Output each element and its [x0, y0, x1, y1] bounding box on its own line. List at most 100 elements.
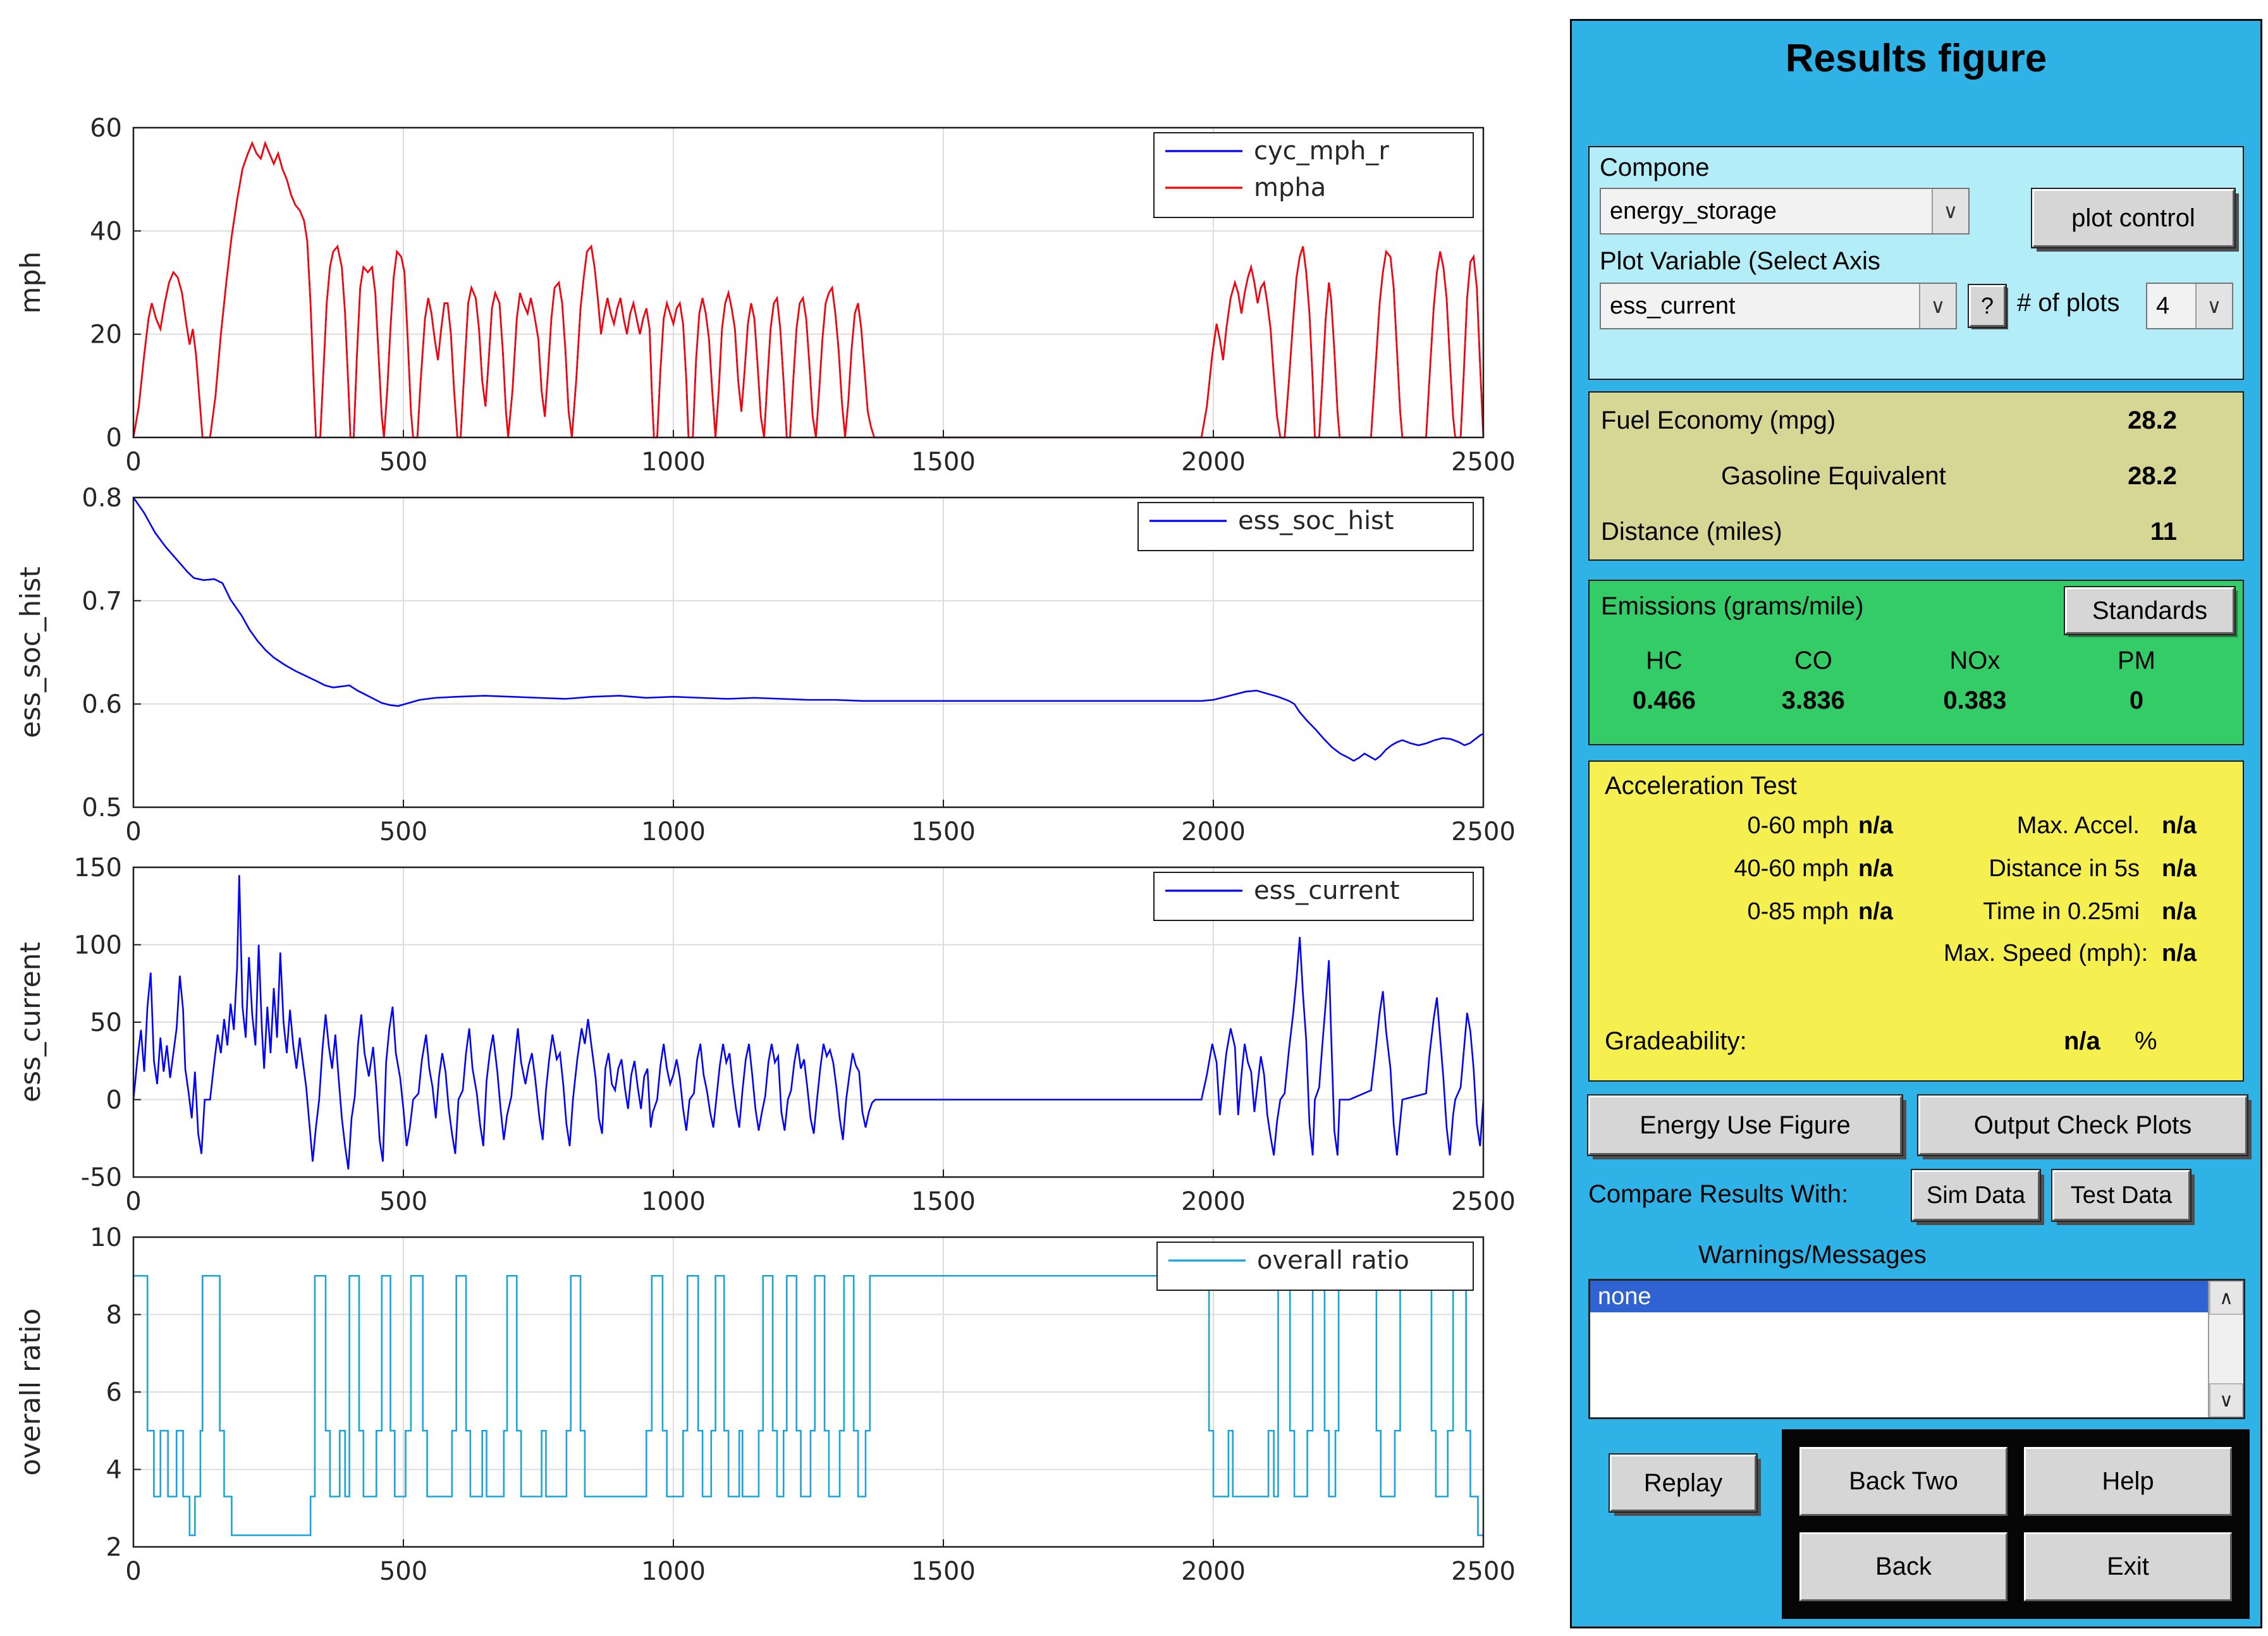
y-axis-label: ess_current [15, 942, 47, 1102]
warnings-list-item[interactable]: none [1590, 1281, 2209, 1312]
emissions-header-hc: HC [1590, 644, 1739, 675]
x-tick-label: 1000 [641, 1557, 706, 1586]
chevron-down-icon[interactable]: ∨ [1919, 284, 1956, 328]
back-two-button[interactable]: Back Two [1799, 1447, 2007, 1516]
chevron-down-icon[interactable]: ∨ [2195, 284, 2232, 328]
y-tick-label: 0 [106, 1086, 122, 1115]
accel-0-85-value: n/a [1858, 898, 1893, 925]
gradeability-label: Gradeability: [1605, 1027, 1747, 1056]
x-tick-label: 500 [379, 1187, 427, 1216]
distance-5s-label: Distance in 5s [1944, 855, 2140, 882]
component-dropdown-value: energy_storage [1610, 198, 1777, 225]
fuel-economy-section: Fuel Economy (mpg) 28.2 Gasoline Equival… [1588, 391, 2244, 561]
standards-button[interactable]: Standards [2065, 587, 2234, 634]
acceleration-section: Acceleration Test 0-60 mph n/a Max. Acce… [1588, 760, 2244, 1082]
gasoline-equivalent-label: Gasoline Equivalent [1721, 462, 1946, 491]
y-tick-label: 0.8 [82, 484, 122, 513]
max-speed-value: n/a [2162, 940, 2197, 967]
energy-use-figure-button[interactable]: Energy Use Figure [1588, 1096, 1902, 1155]
sim-data-button[interactable]: Sim Data [1912, 1170, 2040, 1221]
emissions-title: Emissions (grams/mile) [1601, 592, 1864, 621]
max-accel-label: Max. Accel. [1944, 812, 2140, 839]
distance-row: Distance (miles) 11 [1601, 518, 2231, 553]
warnings-title: Warnings/Messages [1698, 1241, 1927, 1269]
x-tick-label: 2500 [1451, 817, 1516, 846]
listbox-scrollbar[interactable]: ∧ ∨ [2208, 1281, 2243, 1417]
plots-area: 050010001500200025000204060mphcyc_mph_rm… [4, 118, 1521, 1597]
y-tick-label: 2 [106, 1533, 122, 1562]
y-tick-label: 100 [74, 931, 122, 960]
back-button[interactable]: Back [1799, 1532, 2007, 1601]
accel-row-4: Max. Speed (mph): n/a [1590, 940, 2243, 975]
accel-0-60-value: n/a [1858, 812, 1893, 839]
accel-row-3: 0-85 mph n/a Time in 0.25mi n/a [1590, 898, 2243, 934]
distance-label: Distance (miles) [1601, 518, 1782, 546]
help-button[interactable]: Help [2024, 1447, 2232, 1516]
emissions-value-co: 3.836 [1739, 675, 1888, 715]
accel-40-60-label: 40-60 mph [1602, 855, 1849, 882]
x-tick-label: 1500 [911, 817, 976, 846]
legend-label: ess_soc_hist [1238, 506, 1394, 535]
results-panel: Results figure Compone energy_storage ∨ … [1570, 19, 2262, 1628]
emissions-header-pm: PM [2062, 644, 2211, 675]
num-plots-dropdown[interactable]: 4 ∨ [2146, 283, 2233, 329]
fuel-economy-label: Fuel Economy (mpg) [1601, 406, 1836, 435]
legend-label: ess_current [1254, 876, 1400, 905]
x-tick-label: 2500 [1451, 448, 1516, 477]
advisor-results-window: 050010001500200025000204060mphcyc_mph_rm… [0, 0, 2268, 1636]
legend-label: mpha [1254, 173, 1326, 202]
plot-variable-dropdown-value: ess_current [1610, 293, 1736, 320]
chevron-down-icon[interactable]: ∨ [1932, 189, 1968, 233]
component-dropdown[interactable]: energy_storage ∨ [1600, 188, 1970, 235]
scroll-up-icon[interactable]: ∧ [2209, 1281, 2243, 1315]
warnings-listbox[interactable]: none ∧ ∨ [1588, 1279, 2245, 1419]
accel-row-2: 40-60 mph n/a Distance in 5s n/a [1590, 855, 2243, 891]
test-data-button[interactable]: Test Data [2052, 1170, 2190, 1221]
plot-cycle-speed: 050010001500200025000204060mphcyc_mph_rm… [4, 118, 1521, 487]
gradeability-value: n/a [2064, 1027, 2100, 1056]
emissions-header-co: CO [1739, 644, 1888, 675]
exit-button[interactable]: Exit [2024, 1532, 2232, 1601]
y-tick-label: 0.6 [82, 690, 122, 719]
scroll-down-icon[interactable]: ∨ [2209, 1383, 2243, 1417]
plot-ess-current: 05001000150020002500-50050100150ess_curr… [4, 857, 1521, 1227]
plot-overall-ratio: 05001000150020002500246810overall ratioo… [4, 1227, 1521, 1597]
max-accel-value: n/a [2162, 812, 2197, 839]
gasoline-equivalent-row: Gasoline Equivalent 28.2 [1601, 462, 2231, 498]
x-tick-label: 500 [379, 1557, 427, 1586]
gradeability-unit: % [2135, 1027, 2157, 1056]
emissions-value-hc: 0.466 [1590, 675, 1739, 715]
component-label: Compone [1600, 154, 1709, 182]
plot-variable-dropdown[interactable]: ess_current ∨ [1600, 283, 1957, 329]
panel-title: Results figure [1572, 36, 2260, 81]
max-speed-label: Max. Speed (mph): [1944, 940, 2140, 967]
y-tick-label: 10 [90, 1223, 122, 1252]
accel-row-1: 0-60 mph n/a Max. Accel. n/a [1590, 812, 2243, 848]
plot-control-button[interactable]: plot control [2032, 189, 2234, 247]
y-tick-label: 40 [90, 217, 122, 246]
x-tick-label: 1500 [911, 1187, 976, 1216]
x-tick-label: 2000 [1181, 817, 1246, 846]
time-quarter-mile-value: n/a [2162, 898, 2197, 925]
emissions-value-nox: 0.383 [1888, 675, 2062, 715]
y-tick-label: 50 [90, 1008, 122, 1037]
y-tick-label: 0.5 [82, 793, 122, 822]
y-tick-label: 150 [74, 853, 122, 882]
replay-button[interactable]: Replay [1610, 1455, 1756, 1511]
distance-5s-value: n/a [2162, 855, 2197, 882]
gasoline-equivalent-value: 28.2 [2128, 462, 2177, 491]
plot-variable-label: Plot Variable (Select Axis [1600, 247, 1880, 276]
y-axis-label: mph [15, 252, 47, 314]
x-tick-label: 0 [125, 1557, 141, 1586]
y-tick-label: 60 [90, 114, 122, 143]
legend-label: overall ratio [1257, 1246, 1409, 1275]
accel-0-85-label: 0-85 mph [1602, 898, 1849, 925]
x-tick-label: 1500 [911, 1557, 976, 1586]
x-tick-label: 0 [125, 817, 141, 846]
compare-results-label: Compare Results With: [1588, 1180, 1848, 1209]
fuel-economy-row: Fuel Economy (mpg) 28.2 [1601, 406, 2231, 442]
help-question-button[interactable]: ? [1969, 285, 2006, 327]
output-check-plots-button[interactable]: Output Check Plots [1918, 1096, 2247, 1155]
y-tick-label: -50 [81, 1163, 122, 1192]
y-tick-label: 0.7 [82, 587, 122, 616]
